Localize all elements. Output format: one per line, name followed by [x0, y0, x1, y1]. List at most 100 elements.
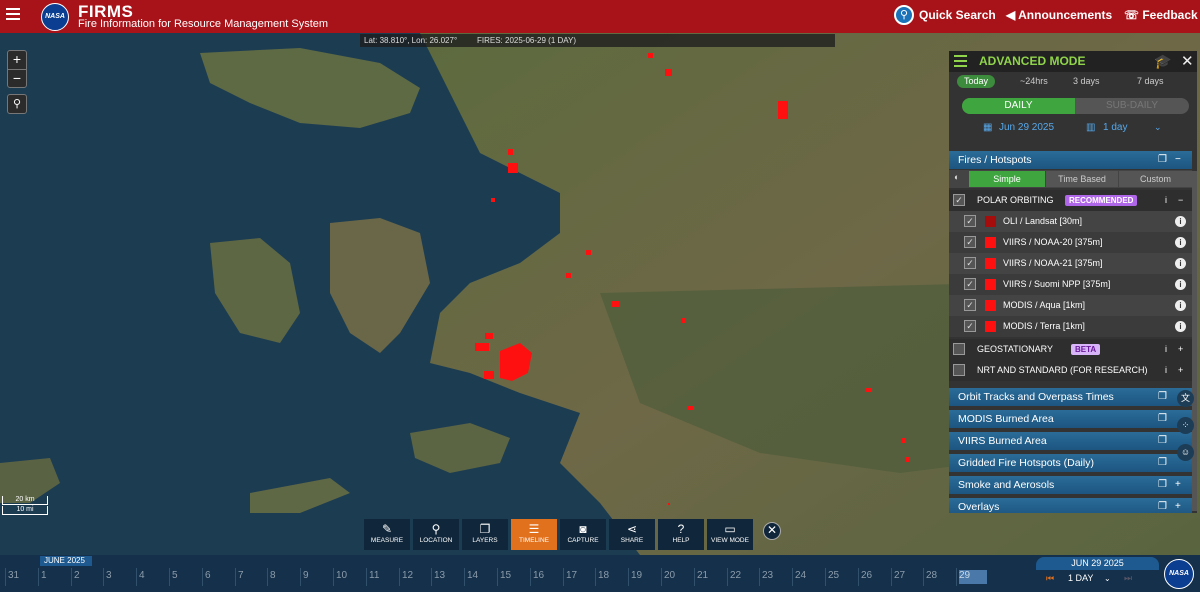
- locate-button[interactable]: ⚲: [7, 94, 27, 114]
- polar-checkbox[interactable]: ✓: [953, 194, 965, 206]
- info-icon[interactable]: i: [1175, 279, 1186, 290]
- subdaily-option[interactable]: SUB-DAILY: [1075, 98, 1189, 114]
- nrt-checkbox[interactable]: [953, 364, 965, 376]
- orbit-tracks-header[interactable]: Orbit Tracks and Overpass Times ❐: [949, 388, 1192, 406]
- timeline-day[interactable]: 18: [598, 570, 622, 584]
- timeline-day[interactable]: 13: [434, 570, 458, 584]
- modis-burned-area-header[interactable]: MODIS Burned Area ❐: [949, 410, 1192, 428]
- help-button[interactable]: ? HELP: [658, 519, 704, 550]
- timeline-day[interactable]: 12: [402, 570, 426, 584]
- layer-checkbox[interactable]: ✓: [964, 299, 976, 311]
- layer-row-oli-landsat[interactable]: ✓ OLI / Landsat [30m] i: [949, 211, 1192, 232]
- layer-row-viirs-noaa21[interactable]: ✓ VIIRS / NOAA-21 [375m] i: [949, 253, 1192, 274]
- close-toolbar-button[interactable]: ✕: [763, 522, 781, 540]
- timeline-day[interactable]: 6: [205, 570, 229, 584]
- timeline-day[interactable]: 15: [500, 570, 524, 584]
- range-today[interactable]: Today: [957, 75, 996, 88]
- copy-icon[interactable]: ❐: [1158, 454, 1167, 472]
- timeline-day[interactable]: 17: [566, 570, 590, 584]
- timeline-day[interactable]: 9: [303, 570, 327, 584]
- gridded-hotspots-header[interactable]: Gridded Fire Hotspots (Daily) ❐: [949, 454, 1192, 472]
- duration-select[interactable]: 1 day: [1103, 122, 1127, 133]
- collapse-icon[interactable]: −: [1178, 190, 1183, 211]
- expand-icon[interactable]: +: [1175, 476, 1181, 494]
- daily-option[interactable]: DAILY: [962, 98, 1075, 114]
- info-icon[interactable]: i: [1175, 258, 1186, 269]
- timeline-day[interactable]: 26: [861, 570, 885, 584]
- overlays-header[interactable]: Overlays ❐ +: [949, 498, 1192, 513]
- zoom-out-button[interactable]: −: [8, 69, 26, 87]
- info-icon[interactable]: i: [1165, 339, 1167, 360]
- location-button[interactable]: ⚲ LOCATION: [413, 519, 459, 550]
- menu-icon[interactable]: [954, 55, 967, 70]
- timeline-day[interactable]: 19: [631, 570, 655, 584]
- nrt-standard-row[interactable]: NRT AND STANDARD (FOR RESEARCH) i +: [949, 360, 1192, 381]
- geostationary-checkbox[interactable]: [953, 343, 965, 355]
- timeline-day[interactable]: 3: [106, 570, 130, 584]
- viirs-burned-area-header[interactable]: VIIRS Burned Area ❐: [949, 432, 1192, 450]
- chevron-down-icon[interactable]: ⌄: [1154, 122, 1162, 133]
- grid-icon[interactable]: ⁘: [1177, 417, 1194, 434]
- layer-checkbox[interactable]: ✓: [964, 320, 976, 332]
- search-icon[interactable]: ⚲: [894, 5, 914, 25]
- expand-icon[interactable]: +: [1175, 498, 1181, 513]
- panel-scrollbar[interactable]: [1192, 171, 1197, 511]
- tab-simple[interactable]: Simple: [969, 171, 1045, 187]
- timeline-day[interactable]: 14: [467, 570, 491, 584]
- geostationary-row[interactable]: GEOSTATIONARY BETA i +: [949, 339, 1192, 360]
- copy-icon[interactable]: ❐: [1158, 410, 1167, 428]
- copy-icon[interactable]: ❐: [1158, 432, 1167, 450]
- timeline-day[interactable]: 16: [533, 570, 557, 584]
- layer-row-viirs-noaa20[interactable]: ✓ VIIRS / NOAA-20 [375m] i: [949, 232, 1192, 253]
- menu-icon[interactable]: [6, 8, 20, 22]
- collapse-icon[interactable]: −: [1175, 151, 1181, 169]
- layer-checkbox[interactable]: ✓: [964, 257, 976, 269]
- copy-icon[interactable]: ❐: [1158, 388, 1167, 406]
- polar-orbiting-row[interactable]: ✓ POLAR ORBITING RECOMMENDED i −: [949, 190, 1192, 211]
- skip-forward-icon[interactable]: ⏭: [1124, 570, 1132, 587]
- timeline-day[interactable]: 11: [369, 570, 393, 584]
- smoke-aerosols-header[interactable]: Smoke and Aerosols ❐ +: [949, 476, 1192, 494]
- copy-icon[interactable]: ❐: [1158, 151, 1167, 169]
- timeline-day[interactable]: 7: [238, 570, 262, 584]
- measure-button[interactable]: ✎ MEASURE: [364, 519, 410, 550]
- fires-hotspots-header[interactable]: Fires / Hotspots ❐ −: [949, 151, 1192, 169]
- timeline-day[interactable]: 25: [828, 570, 852, 584]
- range-24hrs[interactable]: ~24hrs: [1013, 75, 1055, 88]
- translate-icon[interactable]: 文: [1177, 390, 1194, 407]
- feedback-link[interactable]: ☏ Feedback: [1124, 8, 1198, 22]
- info-icon[interactable]: i: [1175, 216, 1186, 227]
- daily-subdaily-toggle[interactable]: DAILY SUB-DAILY: [962, 98, 1189, 114]
- timeline-day[interactable]: 31: [8, 570, 32, 584]
- timeline-button[interactable]: ☰ TIMELINE: [511, 519, 557, 550]
- layer-row-viirs-snpp[interactable]: ✓ VIIRS / Suomi NPP [375m] i: [949, 274, 1192, 295]
- nasa-logo[interactable]: NASA: [41, 3, 69, 31]
- view-mode-button[interactable]: ▭ VIEW MODE: [707, 519, 753, 550]
- timeline-day[interactable]: 22: [730, 570, 754, 584]
- layer-row-modis-aqua[interactable]: ✓ MODIS / Aqua [1km] i: [949, 295, 1192, 316]
- layer-checkbox[interactable]: ✓: [964, 236, 976, 248]
- quick-search-link[interactable]: Quick Search: [919, 8, 996, 22]
- timeline-day[interactable]: 21: [697, 570, 721, 584]
- timeline-day[interactable]: 4: [139, 570, 163, 584]
- timeline-day[interactable]: 2: [74, 570, 98, 584]
- info-icon[interactable]: i: [1175, 300, 1186, 311]
- timeline-day[interactable]: 8: [270, 570, 294, 584]
- layer-checkbox[interactable]: ✓: [964, 278, 976, 290]
- chevron-down-icon[interactable]: ⌄: [1104, 570, 1111, 587]
- span-select[interactable]: 1 DAY: [1068, 570, 1093, 587]
- timeline-date[interactable]: JUN 29 2025: [1036, 557, 1159, 570]
- expand-icon[interactable]: +: [1178, 360, 1183, 381]
- timeline-day[interactable]: 10: [336, 570, 360, 584]
- copy-icon[interactable]: ❐: [1158, 476, 1167, 494]
- graduation-cap-icon[interactable]: 🎓: [1154, 53, 1171, 70]
- contrast-icon[interactable]: ◐: [954, 172, 959, 182]
- timeline-day[interactable]: 1: [41, 570, 65, 584]
- range-3-days[interactable]: 3 days: [1066, 75, 1107, 88]
- capture-button[interactable]: ◙ CAPTURE: [560, 519, 606, 550]
- timeline-day[interactable]: 5: [172, 570, 196, 584]
- info-icon[interactable]: i: [1175, 321, 1186, 332]
- zoom-in-button[interactable]: +: [8, 51, 26, 69]
- timeline-day[interactable]: 29: [959, 570, 987, 584]
- layer-checkbox[interactable]: ✓: [964, 215, 976, 227]
